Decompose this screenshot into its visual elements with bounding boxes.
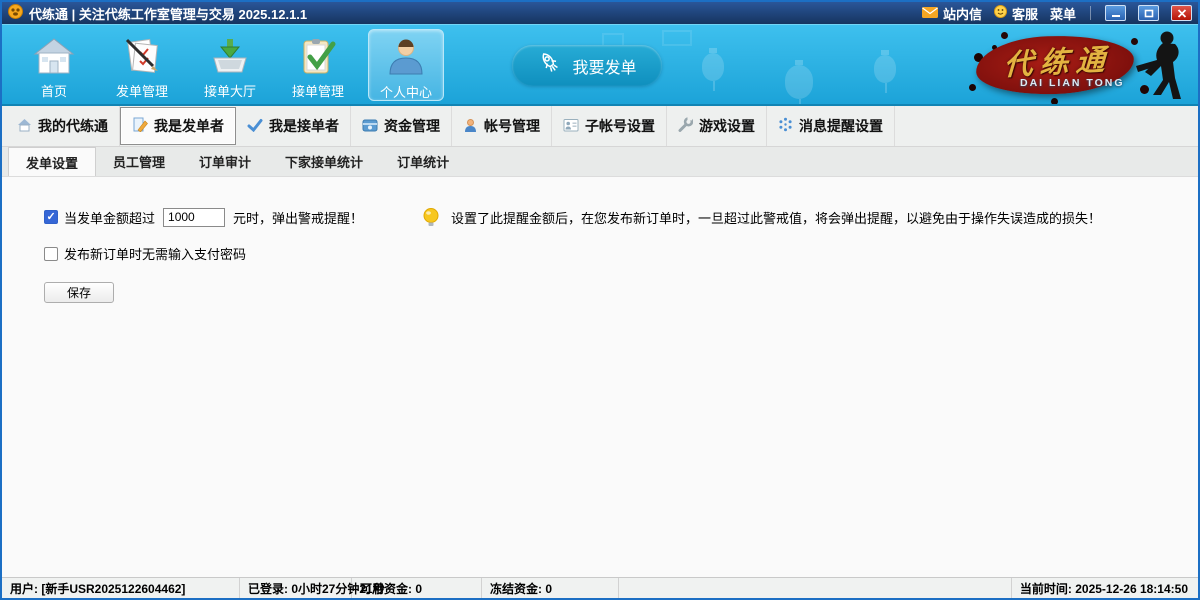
main-navbar: 首页 发单管理 接单大厅 接单管理 个人中心 我要发单 代练通 DAI LIAN… [2,24,1198,106]
notify-icon [778,117,793,135]
edit-page-icon [132,117,148,135]
tab-my-dailiantong[interactable]: 我的代练通 [6,106,120,146]
nav-personal-center-label: 个人中心 [380,82,432,101]
post-order-button[interactable]: 我要发单 [512,45,662,86]
lantern-decoration [785,65,813,99]
titlebar: 代练通 | 关注代练工作室管理与交易 2025.12.1.1 站内信 客服 菜单 [2,2,1198,24]
subtab-downstream-stats[interactable]: 下家接单统计 [268,147,380,176]
check-icon [247,118,263,135]
nav-order-hall-label: 接单大厅 [204,81,256,100]
nav-order-hall[interactable]: 接单大厅 [192,31,268,103]
app-window: 代练通 | 关注代练工作室管理与交易 2025.12.1.1 站内信 客服 菜单 [0,0,1200,600]
support-label: 客服 [1012,4,1038,23]
status-spacer [619,578,1011,598]
status-login-duration: 已登录: 0小时27分钟21秒 [240,578,352,598]
personal-center-icon [384,36,428,79]
alert-hint-text: 设置了此提醒金额后，在您发布新订单时，一旦超过此警戒值，将会弹出提醒，以避免由于… [451,208,1101,227]
nav-home[interactable]: 首页 [16,31,92,103]
envelope-icon [922,6,938,21]
tab-sub-account[interactable]: 子帐号设置 [552,106,667,146]
pattern-decoration [662,30,692,46]
tab-taker[interactable]: 我是接单者 [236,106,351,146]
lantern-decoration [702,53,724,81]
tab-label: 帐号管理 [484,116,540,136]
tab-label: 我是发单者 [154,116,224,136]
alert-amount-input[interactable] [163,208,225,227]
support-button[interactable]: 客服 [994,4,1038,23]
subtab-label: 订单审计 [199,152,251,171]
minimize-button[interactable] [1105,5,1126,21]
nav-home-label: 首页 [41,81,67,100]
maximize-button[interactable] [1138,5,1159,21]
status-available-funds: 可用资金: 0 [352,578,482,598]
no-password-label: 发布新订单时无需输入支付密码 [64,244,246,263]
post-order-button-label: 我要发单 [572,54,636,78]
alert-label-suffix: 元时，弹出警戒提醒！ [233,208,363,227]
statusbar: 用户: [新手USR2025122604462] 已登录: 0小时27分钟21秒… [2,577,1198,598]
alert-label-prefix: 当发单金额超过 [64,208,155,227]
nav-take-management-label: 接单管理 [292,81,344,100]
subtab-label: 发单设置 [26,153,78,172]
tab-label: 我的代练通 [38,116,108,136]
main-tab-bar: 我的代练通 我是发单者 我是接单者 资金管理 帐号管理 子帐号设置 游戏设置 [2,106,1198,147]
subtab-label: 下家接单统计 [285,152,363,171]
nav-post-management[interactable]: 发单管理 [104,31,180,103]
kungfu-silhouette-icon [1122,27,1194,106]
inbox-label: 站内信 [943,4,982,23]
window-title: 代练通 | 关注代练工作室管理与交易 2025.12.1.1 [29,4,307,23]
brand-logo: 代练通 DAI LIAN TONG [962,27,1194,105]
post-orders-icon [120,37,164,78]
rocket-icon [537,50,563,81]
nav-personal-center[interactable]: 个人中心 [368,29,444,101]
tab-notifications[interactable]: 消息提醒设置 [767,106,895,146]
take-orders-icon [296,37,340,78]
status-current-time: 当前时间: 2025-12-26 18:14:50 [1011,578,1198,598]
logo-subtitle: DAI LIAN TONG [1020,77,1125,89]
subtab-post-settings[interactable]: 发单设置 [8,147,96,176]
no-password-checkbox[interactable] [44,247,58,261]
status-frozen-funds: 冻结资金: 0 [482,578,619,598]
tab-funds[interactable]: 资金管理 [351,106,452,146]
home-small-icon [17,118,32,135]
tab-label: 消息提醒设置 [799,116,883,136]
no-password-row: 发布新订单时无需输入支付密码 [44,244,1198,263]
nav-take-management[interactable]: 接单管理 [280,31,356,103]
inbox-button[interactable]: 站内信 [922,4,982,23]
tab-poster[interactable]: 我是发单者 [120,107,236,145]
alert-checkbox[interactable] [44,210,58,224]
tab-label: 资金管理 [384,116,440,136]
content-panel: 当发单金额超过 元时，弹出警戒提醒！ 设置了此提醒金额后，在您发布新订单时，一旦… [2,177,1198,577]
sub-tab-bar: 发单设置 员工管理 订单审计 下家接单统计 订单统计 [2,147,1198,177]
status-user: 用户: [新手USR2025122604462] [2,578,240,598]
lightbulb-icon [421,207,441,227]
wrench-icon [678,117,693,135]
smiley-headset-icon [994,5,1007,21]
subtab-order-stats[interactable]: 订单统计 [380,147,466,176]
subtab-staff[interactable]: 员工管理 [96,147,182,176]
home-icon [32,37,76,78]
tab-account[interactable]: 帐号管理 [452,106,552,146]
nav-post-management-label: 发单管理 [116,81,168,100]
close-button[interactable] [1171,5,1192,21]
order-hall-icon [208,37,252,78]
lantern-decoration [874,55,896,83]
app-logo-icon [8,4,23,22]
subtab-label: 员工管理 [113,152,165,171]
save-button[interactable]: 保存 [44,282,114,303]
menu-button[interactable]: 菜单 [1050,4,1076,23]
titlebar-separator [1090,6,1091,20]
funds-icon [362,118,378,135]
alert-setting-row: 当发单金额超过 元时，弹出警戒提醒！ 设置了此提醒金额后，在您发布新订单时，一旦… [44,207,1198,227]
tab-game-settings[interactable]: 游戏设置 [667,106,767,146]
tab-label: 我是接单者 [269,116,339,136]
tab-label: 游戏设置 [699,116,755,136]
account-icon [463,118,478,135]
tab-label: 子帐号设置 [585,116,655,136]
subtab-order-audit[interactable]: 订单审计 [182,147,268,176]
subtab-label: 订单统计 [397,152,449,171]
sub-account-icon [563,118,579,135]
